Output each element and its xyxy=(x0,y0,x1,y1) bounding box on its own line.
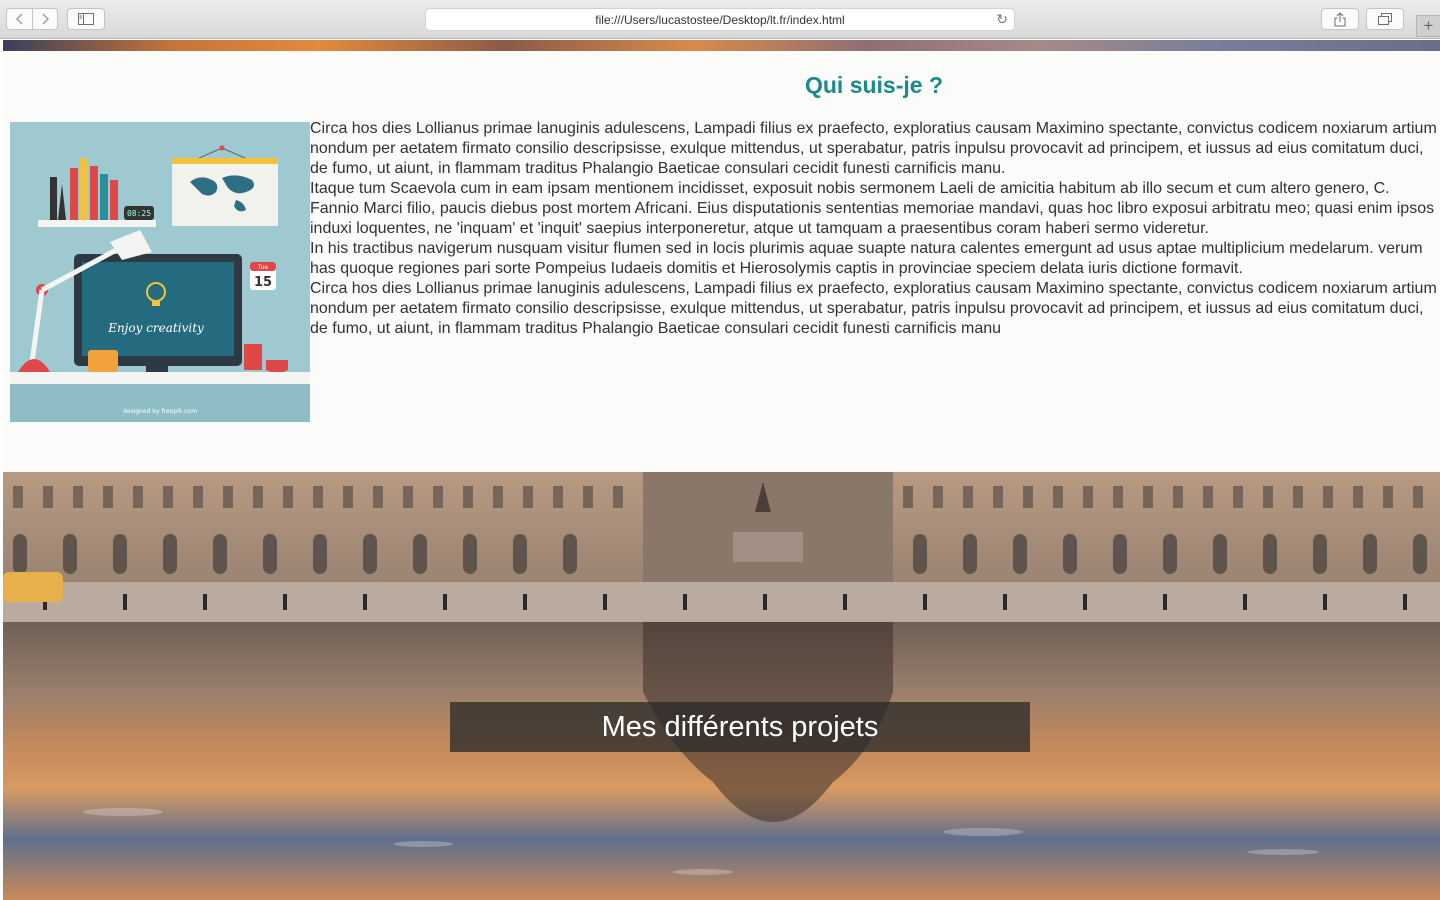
chevron-right-icon xyxy=(42,13,50,25)
browser-toolbar: file:///Users/lucastostee/Desktop/lt.fr/… xyxy=(0,0,1440,39)
clock-display: 08:25 xyxy=(127,209,151,218)
calendar-day: 15 xyxy=(254,275,272,290)
share-button[interactable] xyxy=(1321,8,1359,30)
web-page: Qui suis-je ? 08:25 Tue 15 Enjoy creativ… xyxy=(3,40,1440,900)
screen-caption: Enjoy creativity xyxy=(107,321,204,335)
about-paragraph: Circa hos dies Lollianus primae lanugini… xyxy=(310,120,1437,177)
illustration-credit: designed by freepik.com xyxy=(123,408,197,415)
plus-icon: + xyxy=(1423,16,1434,35)
header-banner-image xyxy=(3,40,1440,51)
projects-caption: Mes différents projets xyxy=(450,702,1030,752)
share-icon xyxy=(1334,11,1346,26)
projects-section: Mes différents projets xyxy=(3,472,1440,900)
sidebar-button[interactable] xyxy=(67,8,105,30)
chevron-left-icon xyxy=(15,13,23,25)
bordeaux-miroir-photo xyxy=(3,472,1440,900)
calendar-month: Tue xyxy=(257,264,269,271)
forward-button[interactable] xyxy=(32,8,58,30)
nav-buttons xyxy=(6,8,59,30)
about-section: Qui suis-je ? 08:25 Tue 15 Enjoy creativ… xyxy=(3,51,1440,472)
tabs-icon xyxy=(1378,13,1392,25)
about-paragraph: Itaque tum Scaevola cum in eam ipsam men… xyxy=(310,180,1435,237)
address-bar[interactable]: file:///Users/lucastostee/Desktop/lt.fr/… xyxy=(425,8,1015,31)
new-tab-button[interactable]: + xyxy=(1416,15,1440,37)
workspace-illustration: 08:25 Tue 15 Enjoy creativity designed b… xyxy=(10,122,310,422)
url-text: file:///Users/lucastostee/Desktop/lt.fr/… xyxy=(595,12,845,27)
about-title: Qui suis-je ? xyxy=(804,72,944,98)
about-paragraph: In his tractibus navigerum nusquam visit… xyxy=(310,240,1423,277)
sidebar-icon xyxy=(78,13,94,25)
show-tabs-button[interactable] xyxy=(1366,8,1404,30)
about-paragraph: Circa hos dies Lollianus primae lanugini… xyxy=(310,280,1437,337)
about-text: Circa hos dies Lollianus primae lanugini… xyxy=(310,119,1440,339)
back-button[interactable] xyxy=(6,8,32,30)
reload-icon[interactable]: ↻ xyxy=(996,11,1008,28)
